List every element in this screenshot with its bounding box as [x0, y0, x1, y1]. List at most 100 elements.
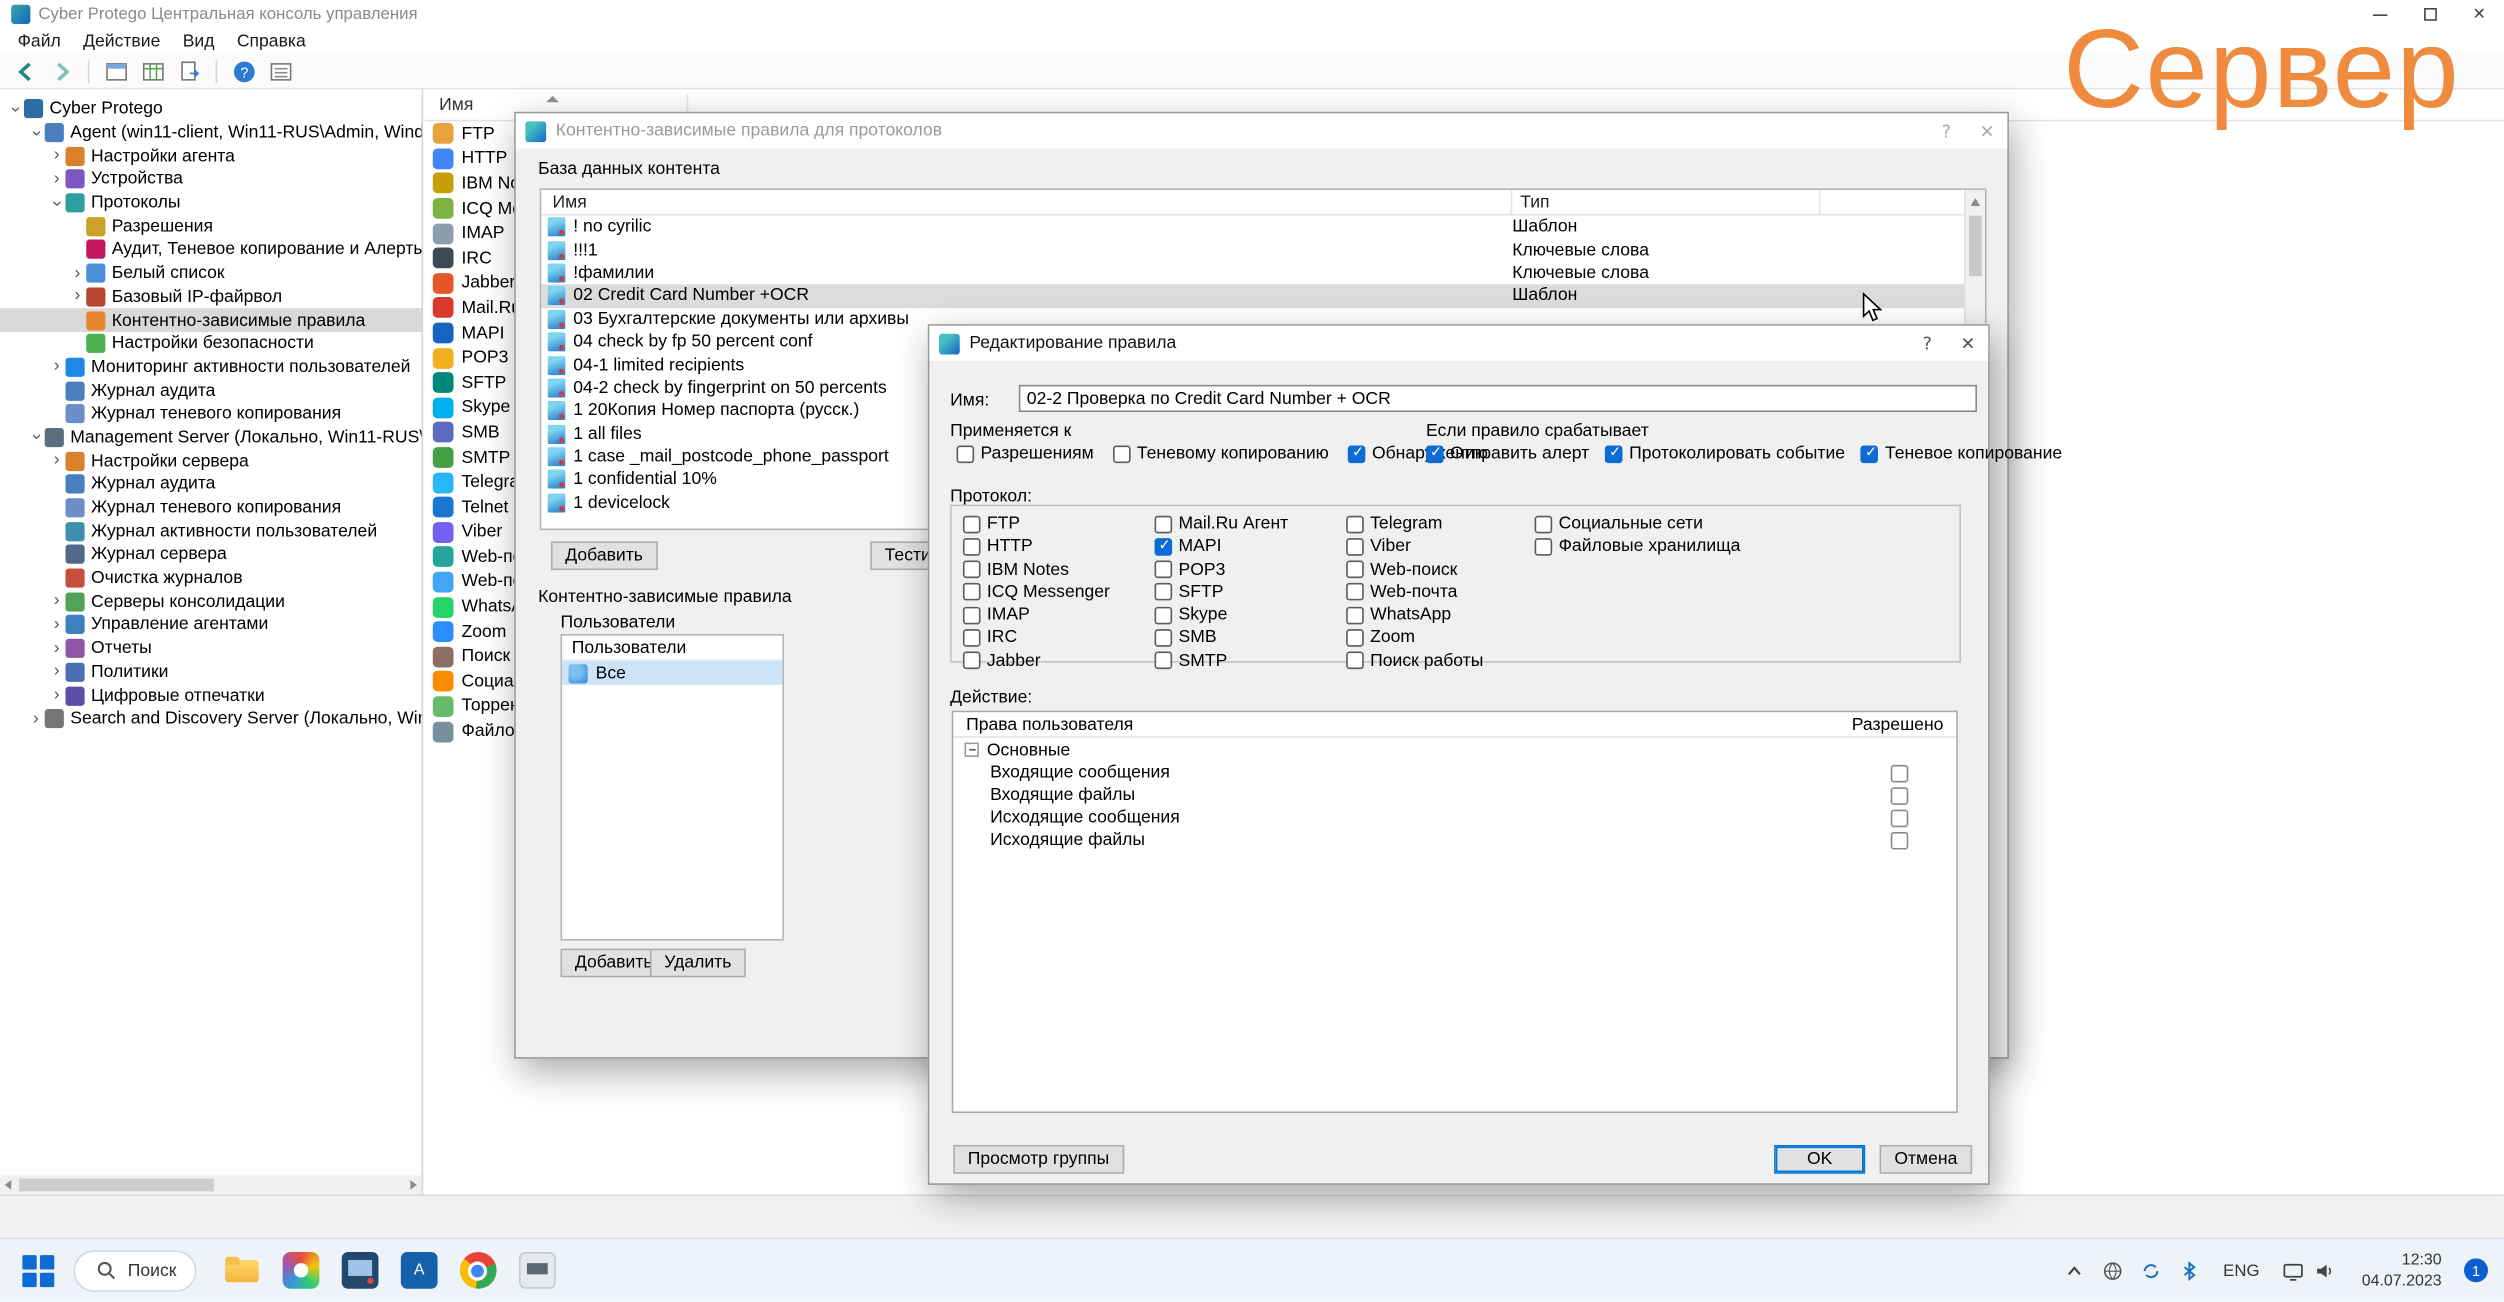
export-toolbar-icon[interactable] — [176, 57, 203, 84]
tree-item[interactable]: Журнал теневого копирования — [0, 402, 422, 425]
db-column-name[interactable]: Имя — [541, 190, 1512, 214]
checkbox-unchecked[interactable] — [963, 629, 981, 647]
menu-Вид[interactable]: Вид — [172, 32, 226, 51]
tree-item[interactable]: Журнал аудита — [0, 379, 422, 402]
checkbox-unchecked[interactable] — [1890, 764, 1908, 782]
checkbox-checked[interactable] — [1605, 445, 1623, 463]
expand-icon[interactable]: › — [69, 288, 87, 306]
checkbox-unchecked[interactable] — [1346, 629, 1364, 647]
tree-item[interactable]: Разрешения — [0, 215, 422, 238]
tree-item[interactable]: ›Серверы консолидации — [0, 590, 422, 613]
content-db-row[interactable]: !фамилииКлючевые слова — [541, 262, 1985, 285]
tree-item[interactable]: ›Search and Discovery Server (Локально, … — [0, 707, 422, 730]
menu-Справка[interactable]: Справка — [226, 32, 317, 51]
photos-taskbar-button[interactable] — [282, 1251, 320, 1289]
applies-option[interactable]: Теневому копированию — [1113, 444, 1329, 463]
collapse-icon[interactable]: › — [27, 429, 45, 447]
tree-item[interactable]: Журнал активности пользователей — [0, 520, 422, 543]
expand-icon[interactable]: › — [48, 452, 66, 470]
tree-item[interactable]: ›Управление агентами — [0, 613, 422, 636]
protocol-option[interactable]: Telegram — [1346, 514, 1483, 533]
dialog-close-button[interactable]: ✕ — [1980, 121, 1995, 142]
tree-item[interactable]: ›Устройства — [0, 168, 422, 191]
checkbox-unchecked[interactable] — [1346, 652, 1364, 670]
collapse-icon[interactable]: › — [48, 194, 66, 212]
expand-icon[interactable]: › — [48, 593, 66, 611]
protocol-option[interactable]: SMTP — [1155, 651, 1289, 670]
tree-item[interactable]: ›Мониторинг активности пользователей — [0, 355, 422, 378]
users-remove-button[interactable]: Удалить — [650, 949, 746, 978]
expand-icon[interactable]: › — [48, 358, 66, 376]
speaker-icon[interactable] — [2314, 1259, 2336, 1281]
checkbox-unchecked[interactable] — [1155, 606, 1173, 624]
protocol-option[interactable]: Viber — [1346, 537, 1483, 556]
tree-item[interactable]: ›Management Server (Локально, Win11-RUS\… — [0, 426, 422, 449]
tree-item[interactable]: ›Cyber Protego — [0, 97, 422, 120]
notification-badge[interactable]: 1 — [2464, 1258, 2488, 1282]
checkbox-unchecked[interactable] — [1155, 561, 1173, 579]
tree-item[interactable]: Настройки безопасности — [0, 332, 422, 355]
checkbox-unchecked[interactable] — [963, 538, 981, 556]
dialog-help-button[interactable]: ? — [1923, 333, 1932, 354]
start-button[interactable] — [19, 1251, 57, 1289]
checkbox-unchecked[interactable] — [963, 652, 981, 670]
applies-option[interactable]: Разрешениям — [957, 444, 1094, 463]
collapse-icon[interactable] — [965, 743, 979, 757]
trigger-option[interactable]: Протоколировать событие — [1605, 444, 1845, 463]
protocol-option[interactable]: Web-поиск — [1346, 560, 1483, 579]
checkbox-checked[interactable] — [1155, 538, 1173, 556]
protocol-option[interactable]: Zoom — [1346, 628, 1483, 647]
user-right-row[interactable]: Исходящие сообщения — [953, 806, 1956, 828]
collapse-icon[interactable]: › — [27, 124, 45, 142]
protocol-option[interactable]: POP3 — [1155, 560, 1289, 579]
protocol-option[interactable]: Jabber — [963, 651, 1110, 670]
tree-item[interactable]: ›Agent (win11-client, Win11-RUS\Admin, W… — [0, 121, 422, 144]
protocol-option[interactable]: SFTP — [1155, 583, 1289, 602]
tree-item[interactable]: Журнал сервера — [0, 543, 422, 566]
close-button[interactable]: ✕ — [2454, 0, 2504, 29]
cancel-button[interactable]: Отмена — [1880, 1145, 1973, 1174]
protocol-option[interactable]: Mail.Ru Агент — [1155, 514, 1289, 533]
checkbox-unchecked[interactable] — [1346, 538, 1364, 556]
tree-item[interactable]: ›Белый список — [0, 262, 422, 285]
user-right-row[interactable]: Входящие файлы — [953, 784, 1956, 806]
checkbox-unchecked[interactable] — [1155, 583, 1173, 601]
console-taskbar-button[interactable] — [341, 1251, 379, 1289]
checkbox-unchecked[interactable] — [963, 583, 981, 601]
expand-icon[interactable]: › — [27, 710, 45, 728]
chrome-taskbar-button[interactable] — [459, 1251, 497, 1289]
forward-toolbar-icon[interactable] — [48, 57, 75, 84]
expand-icon[interactable]: › — [48, 147, 66, 165]
protocol-option[interactable]: Поиск работы — [1346, 651, 1483, 670]
help-toolbar-icon[interactable]: ? — [230, 57, 257, 84]
menu-Действие[interactable]: Действие — [72, 32, 172, 51]
tree-item[interactable]: ›Настройки агента — [0, 144, 422, 167]
protocol-option[interactable]: Skype — [1155, 606, 1289, 625]
protocol-option[interactable]: FTP — [963, 514, 1110, 533]
protocol-option[interactable]: SMB — [1155, 628, 1289, 647]
app-blue-taskbar-button[interactable]: A — [400, 1251, 438, 1289]
window-toolbar-icon[interactable] — [102, 57, 129, 84]
chevron-up-icon[interactable] — [2063, 1259, 2085, 1281]
checkbox-unchecked[interactable] — [1155, 652, 1173, 670]
display-icon[interactable] — [2282, 1259, 2304, 1281]
trigger-option[interactable]: Теневое копирование — [1861, 444, 2062, 463]
language-indicator[interactable]: ENG — [2223, 1261, 2259, 1280]
dialog-help-button[interactable]: ? — [1942, 121, 1951, 142]
expand-icon[interactable]: › — [48, 640, 66, 658]
checkbox-checked[interactable] — [1348, 445, 1366, 463]
protocol-option[interactable]: Социальные сети — [1535, 514, 1741, 533]
tree-item[interactable]: ›Базовый IP-файрвол — [0, 285, 422, 308]
expand-icon[interactable]: › — [48, 171, 66, 189]
rights-header[interactable]: Права пользователя Разрешено — [953, 712, 1956, 738]
dialog-title-bar[interactable]: Контентно-зависимые правила для протокол… — [516, 113, 2008, 148]
scrollbar-thumb[interactable] — [19, 1179, 214, 1192]
content-db-row[interactable]: ! no cyrilicШаблон — [541, 216, 1985, 239]
globe-icon[interactable] — [2102, 1259, 2124, 1281]
checkbox-unchecked[interactable] — [1535, 538, 1553, 556]
back-toolbar-icon[interactable] — [11, 57, 38, 84]
expand-icon[interactable]: › — [48, 663, 66, 681]
expand-icon[interactable]: › — [69, 265, 87, 283]
protocol-option[interactable]: Web-почта — [1346, 583, 1483, 602]
agent-taskbar-button[interactable] — [518, 1251, 556, 1289]
